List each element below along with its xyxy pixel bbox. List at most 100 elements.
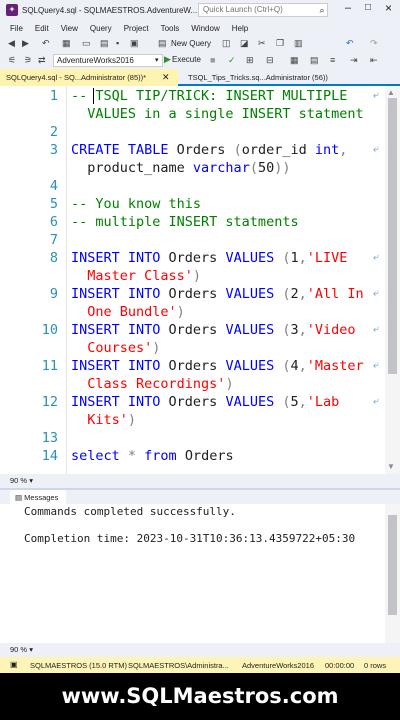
maximize-icon[interactable]: □ xyxy=(365,2,371,13)
code-text: -- You know this xyxy=(71,195,201,213)
code-token: VALUES xyxy=(225,250,283,266)
scroll-down-icon[interactable]: ▼ xyxy=(387,462,395,471)
save-all-icon[interactable]: ▣ xyxy=(130,38,139,49)
undo-history-icon[interactable]: ↶ xyxy=(42,38,50,49)
code-text: Master Class') xyxy=(71,267,201,285)
search-icon[interactable]: ⌕ xyxy=(316,3,328,17)
code-token: 1 xyxy=(290,250,299,266)
parse-icon[interactable]: ✓ xyxy=(228,55,236,66)
tab-tsql-tips-tricks[interactable]: TSQL_Tips_Tricks.sq...Administrator (56)… xyxy=(188,69,393,86)
menu-help[interactable]: Help xyxy=(232,24,248,33)
word-wrap-icon: ⤶ xyxy=(373,144,379,155)
open-folder-icon[interactable]: ▤ xyxy=(100,38,109,49)
code-token: -- TSQL TIP/TRICK: INSERT MULTIPLE xyxy=(71,88,348,104)
code-line[interactable]: 2 xyxy=(0,123,385,141)
new-query-icon[interactable]: ▤ xyxy=(158,38,167,49)
code-line[interactable]: Kits') xyxy=(0,411,385,429)
code-line[interactable]: Courses') xyxy=(0,339,385,357)
code-token: VALUES xyxy=(225,322,283,338)
code-line[interactable]: 14 select * from Orders xyxy=(0,447,385,465)
indent-icon[interactable]: ⇥ xyxy=(350,55,358,66)
results-pane[interactable] xyxy=(0,504,400,643)
results-to-grid-icon[interactable]: ▦ xyxy=(290,55,299,66)
code-text: -- multiple INSERT statments xyxy=(71,213,299,231)
disconnect-icon[interactable]: ⚞ xyxy=(24,55,32,66)
code-line[interactable]: 9 INSERT INTO Orders VALUES (2,'All In ⤶ xyxy=(0,285,385,303)
new-project-icon[interactable]: ▦ xyxy=(62,38,71,49)
menu-tools[interactable]: Tools xyxy=(161,24,180,33)
code-line[interactable]: 11 INSERT INTO Orders VALUES (4,'Master ⤶ xyxy=(0,357,385,375)
new-query-button[interactable]: New Query xyxy=(171,39,211,48)
editor-scroll-thumb[interactable] xyxy=(388,98,397,374)
results-zoom-bar: 90 % ▾ xyxy=(0,643,400,657)
undo-icon[interactable]: ↶ xyxy=(346,38,354,49)
tab-messages[interactable]: ▤ Messages xyxy=(10,490,66,504)
editor-zoom-bar: 90 % ▾ xyxy=(0,474,400,488)
code-line[interactable]: VALUES in a single INSERT statment xyxy=(0,105,385,123)
code-line[interactable]: Master Class') xyxy=(0,267,385,285)
code-token: VALUES xyxy=(225,358,283,374)
paste-icon[interactable]: ▥ xyxy=(294,38,303,49)
code-line[interactable]: 8 INSERT INTO Orders VALUES (1,'LIVE ⤶ xyxy=(0,249,385,267)
line-number: 3 xyxy=(49,142,58,158)
execute-button[interactable]: Execute xyxy=(172,55,201,64)
results-zoom-select[interactable]: 90 % xyxy=(10,645,27,654)
code-token: ( xyxy=(282,394,291,410)
scroll-up-icon[interactable]: ▲ xyxy=(387,88,395,97)
code-token: INSERT INTO xyxy=(71,250,169,266)
code-line[interactable]: 5 -- You know this xyxy=(0,195,385,213)
back-icon[interactable]: ◀ xyxy=(8,38,15,49)
code-line[interactable]: 1 -- TSQL TIP/TRICK: INSERT MULTIPLE ⤶ xyxy=(0,87,385,105)
code-line[interactable]: 6 -- multiple INSERT statments xyxy=(0,213,385,231)
menu-file[interactable]: File xyxy=(10,24,23,33)
code-line[interactable]: 12 INSERT INTO Orders VALUES (5,'Lab ⤶ xyxy=(0,393,385,411)
code-token: Orders xyxy=(176,142,234,158)
chevron-down-icon[interactable]: ▾ xyxy=(29,476,33,485)
code-line[interactable]: 10 INSERT INTO Orders VALUES (3,'Video ⤶ xyxy=(0,321,385,339)
menu-view[interactable]: View xyxy=(61,24,78,33)
menu-window[interactable]: Window xyxy=(191,24,219,33)
code-line[interactable]: 3 CREATE TABLE Orders (order_id int, ⤶ xyxy=(0,141,385,159)
chevron-down-icon[interactable]: ▾ xyxy=(29,645,33,654)
editor-zoom-select[interactable]: 90 % xyxy=(10,476,27,485)
menu-query[interactable]: Query xyxy=(90,24,112,33)
code-line[interactable]: 7 xyxy=(0,231,385,249)
cut-icon[interactable]: ✂ xyxy=(258,38,266,49)
code-line[interactable]: One Bundle') xyxy=(0,303,385,321)
code-token: 'Master xyxy=(306,358,364,374)
connect-icon[interactable]: ⚟ xyxy=(8,55,16,66)
query-options-icon[interactable]: ⊟ xyxy=(266,55,274,66)
menu-project[interactable]: Project xyxy=(124,24,149,33)
quick-launch-input[interactable]: Quick Launch (Ctrl+Q) xyxy=(198,3,328,17)
results-to-text-icon[interactable]: ▤ xyxy=(310,55,319,66)
forward-icon[interactable]: ▶ xyxy=(22,38,29,49)
standard-toolbar: ◀ ▶ ↶ ▦ ▭ ▤ ▪ ▣ ▤ New Query ◫ ◪ ✂ ❐ ▥ ↶ … xyxy=(0,36,400,52)
estimated-plan-icon[interactable]: ⊞ xyxy=(246,55,254,66)
close-icon[interactable]: × xyxy=(385,1,392,15)
redo-icon[interactable]: ↷ xyxy=(370,38,378,49)
code-line[interactable]: 13 xyxy=(0,429,385,447)
chevron-down-icon[interactable]: ▾ xyxy=(155,56,159,64)
new-file-icon[interactable]: ▭ xyxy=(82,38,91,49)
execute-icon[interactable]: ▶ xyxy=(164,54,171,65)
code-line[interactable]: 4 xyxy=(0,177,385,195)
status-elapsed: 00:00:00 xyxy=(325,661,355,670)
tab-sqlquery4[interactable]: SQLQuery4.sql - SQ...Administrator (85))… xyxy=(0,69,178,86)
available-databases-select[interactable]: AdventureWorks2016 xyxy=(53,54,163,67)
copy-icon[interactable]: ❐ xyxy=(276,38,284,49)
change-connection-icon[interactable]: ⇄ xyxy=(38,55,46,66)
cancel-query-icon[interactable]: ■ xyxy=(210,55,215,65)
outdent-icon[interactable]: ⇤ xyxy=(370,55,378,66)
word-wrap-icon: ⤶ xyxy=(373,90,379,101)
menu-edit[interactable]: Edit xyxy=(35,24,49,33)
results-scroll-thumb[interactable] xyxy=(388,515,397,615)
code-text: INSERT INTO Orders VALUES (1,'LIVE xyxy=(71,249,347,267)
mdx-icon[interactable]: ◪ xyxy=(240,38,249,49)
close-tab-icon[interactable]: ✕ xyxy=(162,72,170,83)
code-line[interactable]: product_name varchar(50)) xyxy=(0,159,385,177)
database-query-icon[interactable]: ◫ xyxy=(222,38,231,49)
save-icon[interactable]: ▪ xyxy=(116,38,119,48)
comment-icon[interactable]: ≡ xyxy=(330,55,335,65)
minimize-icon[interactable]: – xyxy=(345,2,351,14)
code-line[interactable]: Class Recordings') xyxy=(0,375,385,393)
